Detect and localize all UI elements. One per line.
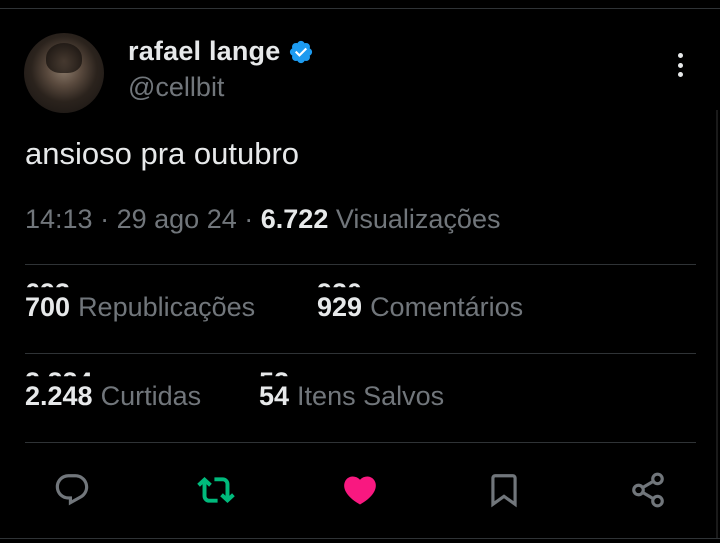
- meta-separator: ·: [244, 204, 254, 234]
- heart-icon: [344, 476, 376, 505]
- bookmarks-label: Itens Salvos: [297, 381, 445, 411]
- tweet-text: ansioso pra outubro: [25, 136, 300, 171]
- reposts-stat[interactable]: 693 700 Republicações: [25, 278, 256, 322]
- views-label: Visualizações: [335, 204, 501, 234]
- like-button[interactable]: [340, 470, 380, 510]
- likes-stat[interactable]: 2.224 2.248 Curtidas: [25, 367, 202, 411]
- share-icon: [632, 472, 664, 508]
- top-border: [0, 8, 720, 9]
- author-name[interactable]: rafael lange: [128, 36, 280, 67]
- comments-count: 920 929: [317, 278, 363, 322]
- bookmark-button[interactable]: [484, 470, 524, 510]
- more-vertical-icon[interactable]: [666, 50, 694, 80]
- comments-label: Comentários: [370, 292, 524, 322]
- reply-button[interactable]: [52, 470, 92, 510]
- bookmarks-stat[interactable]: 52 54 Itens Salvos: [259, 367, 445, 411]
- tweet-date[interactable]: 29 ago 24: [117, 204, 237, 234]
- author-handle[interactable]: @cellbit: [128, 72, 224, 103]
- likes-count: 2.224 2.248: [25, 367, 93, 411]
- divider: [25, 442, 696, 443]
- views-count: 6.722: [260, 204, 329, 234]
- avatar[interactable]: [24, 33, 104, 113]
- bottom-border: [0, 538, 720, 539]
- scrollbar-track: [716, 110, 718, 538]
- meta-separator: ·: [100, 204, 110, 234]
- reposts-count: 693 700: [25, 278, 71, 322]
- repost-button[interactable]: [196, 470, 236, 510]
- comments-stat[interactable]: 920 929 Comentários: [317, 278, 524, 322]
- tweet-meta: 14:13 · 29 ago 24 · 6.722 Visualizações: [25, 204, 500, 235]
- share-button[interactable]: [628, 470, 668, 510]
- author-name-row: rafael lange: [128, 36, 314, 67]
- reposts-label: Republicações: [78, 292, 256, 322]
- divider: [25, 353, 696, 354]
- divider: [25, 264, 696, 265]
- bookmark-icon: [491, 474, 517, 508]
- tweet-time[interactable]: 14:13: [25, 204, 93, 234]
- reply-icon: [55, 474, 89, 506]
- likes-label: Curtidas: [100, 381, 202, 411]
- verified-badge-icon: [290, 40, 313, 63]
- repost-icon: [197, 477, 235, 503]
- bookmarks-count: 52 54: [259, 367, 290, 411]
